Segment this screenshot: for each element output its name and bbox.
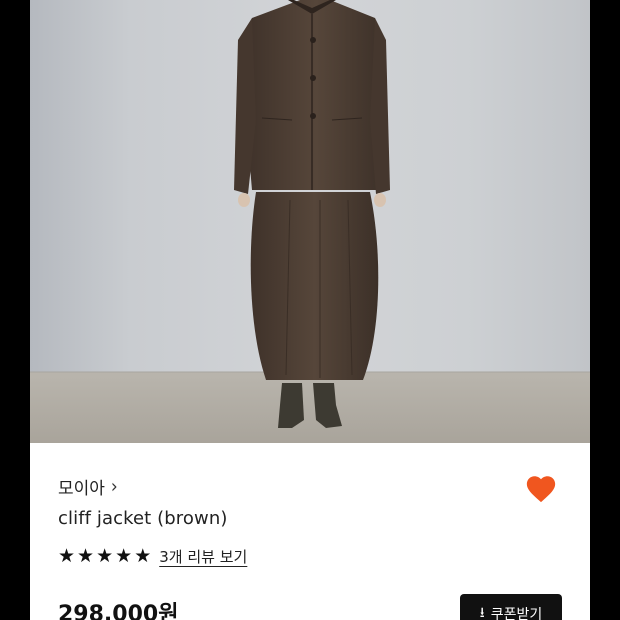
app-frame: 모이아 › cliff jacket (brown) ★ ★ ★ ★ ★ 3개 … (30, 0, 590, 620)
product-image[interactable] (30, 0, 590, 443)
rating-row: ★ ★ ★ ★ ★ 3개 리뷰 보기 (58, 546, 247, 567)
review-link[interactable]: 3개 리뷰 보기 (159, 546, 247, 567)
rating-stars: ★ ★ ★ ★ ★ (58, 547, 151, 566)
star-icon: ★ (115, 545, 133, 567)
product-price: 298,000원 (58, 602, 179, 620)
brand-link[interactable]: 모이아 › (58, 474, 118, 500)
star-icon: ★ (96, 545, 114, 567)
star-icon: ★ (77, 545, 95, 567)
coupon-label: 쿠폰받기 (490, 607, 543, 620)
product-title: cliff jacket (brown) (58, 508, 228, 529)
brand-name: 모이아 (58, 479, 105, 499)
download-icon: ⭳ (479, 605, 485, 620)
chevron-right-icon: › (110, 475, 118, 498)
star-icon: ★ (134, 545, 152, 567)
product-photo-illustration (30, 0, 590, 443)
heart-icon[interactable] (524, 472, 558, 506)
star-icon: ★ (58, 545, 76, 567)
coupon-button[interactable]: ⭳ 쿠폰받기 (460, 594, 562, 620)
